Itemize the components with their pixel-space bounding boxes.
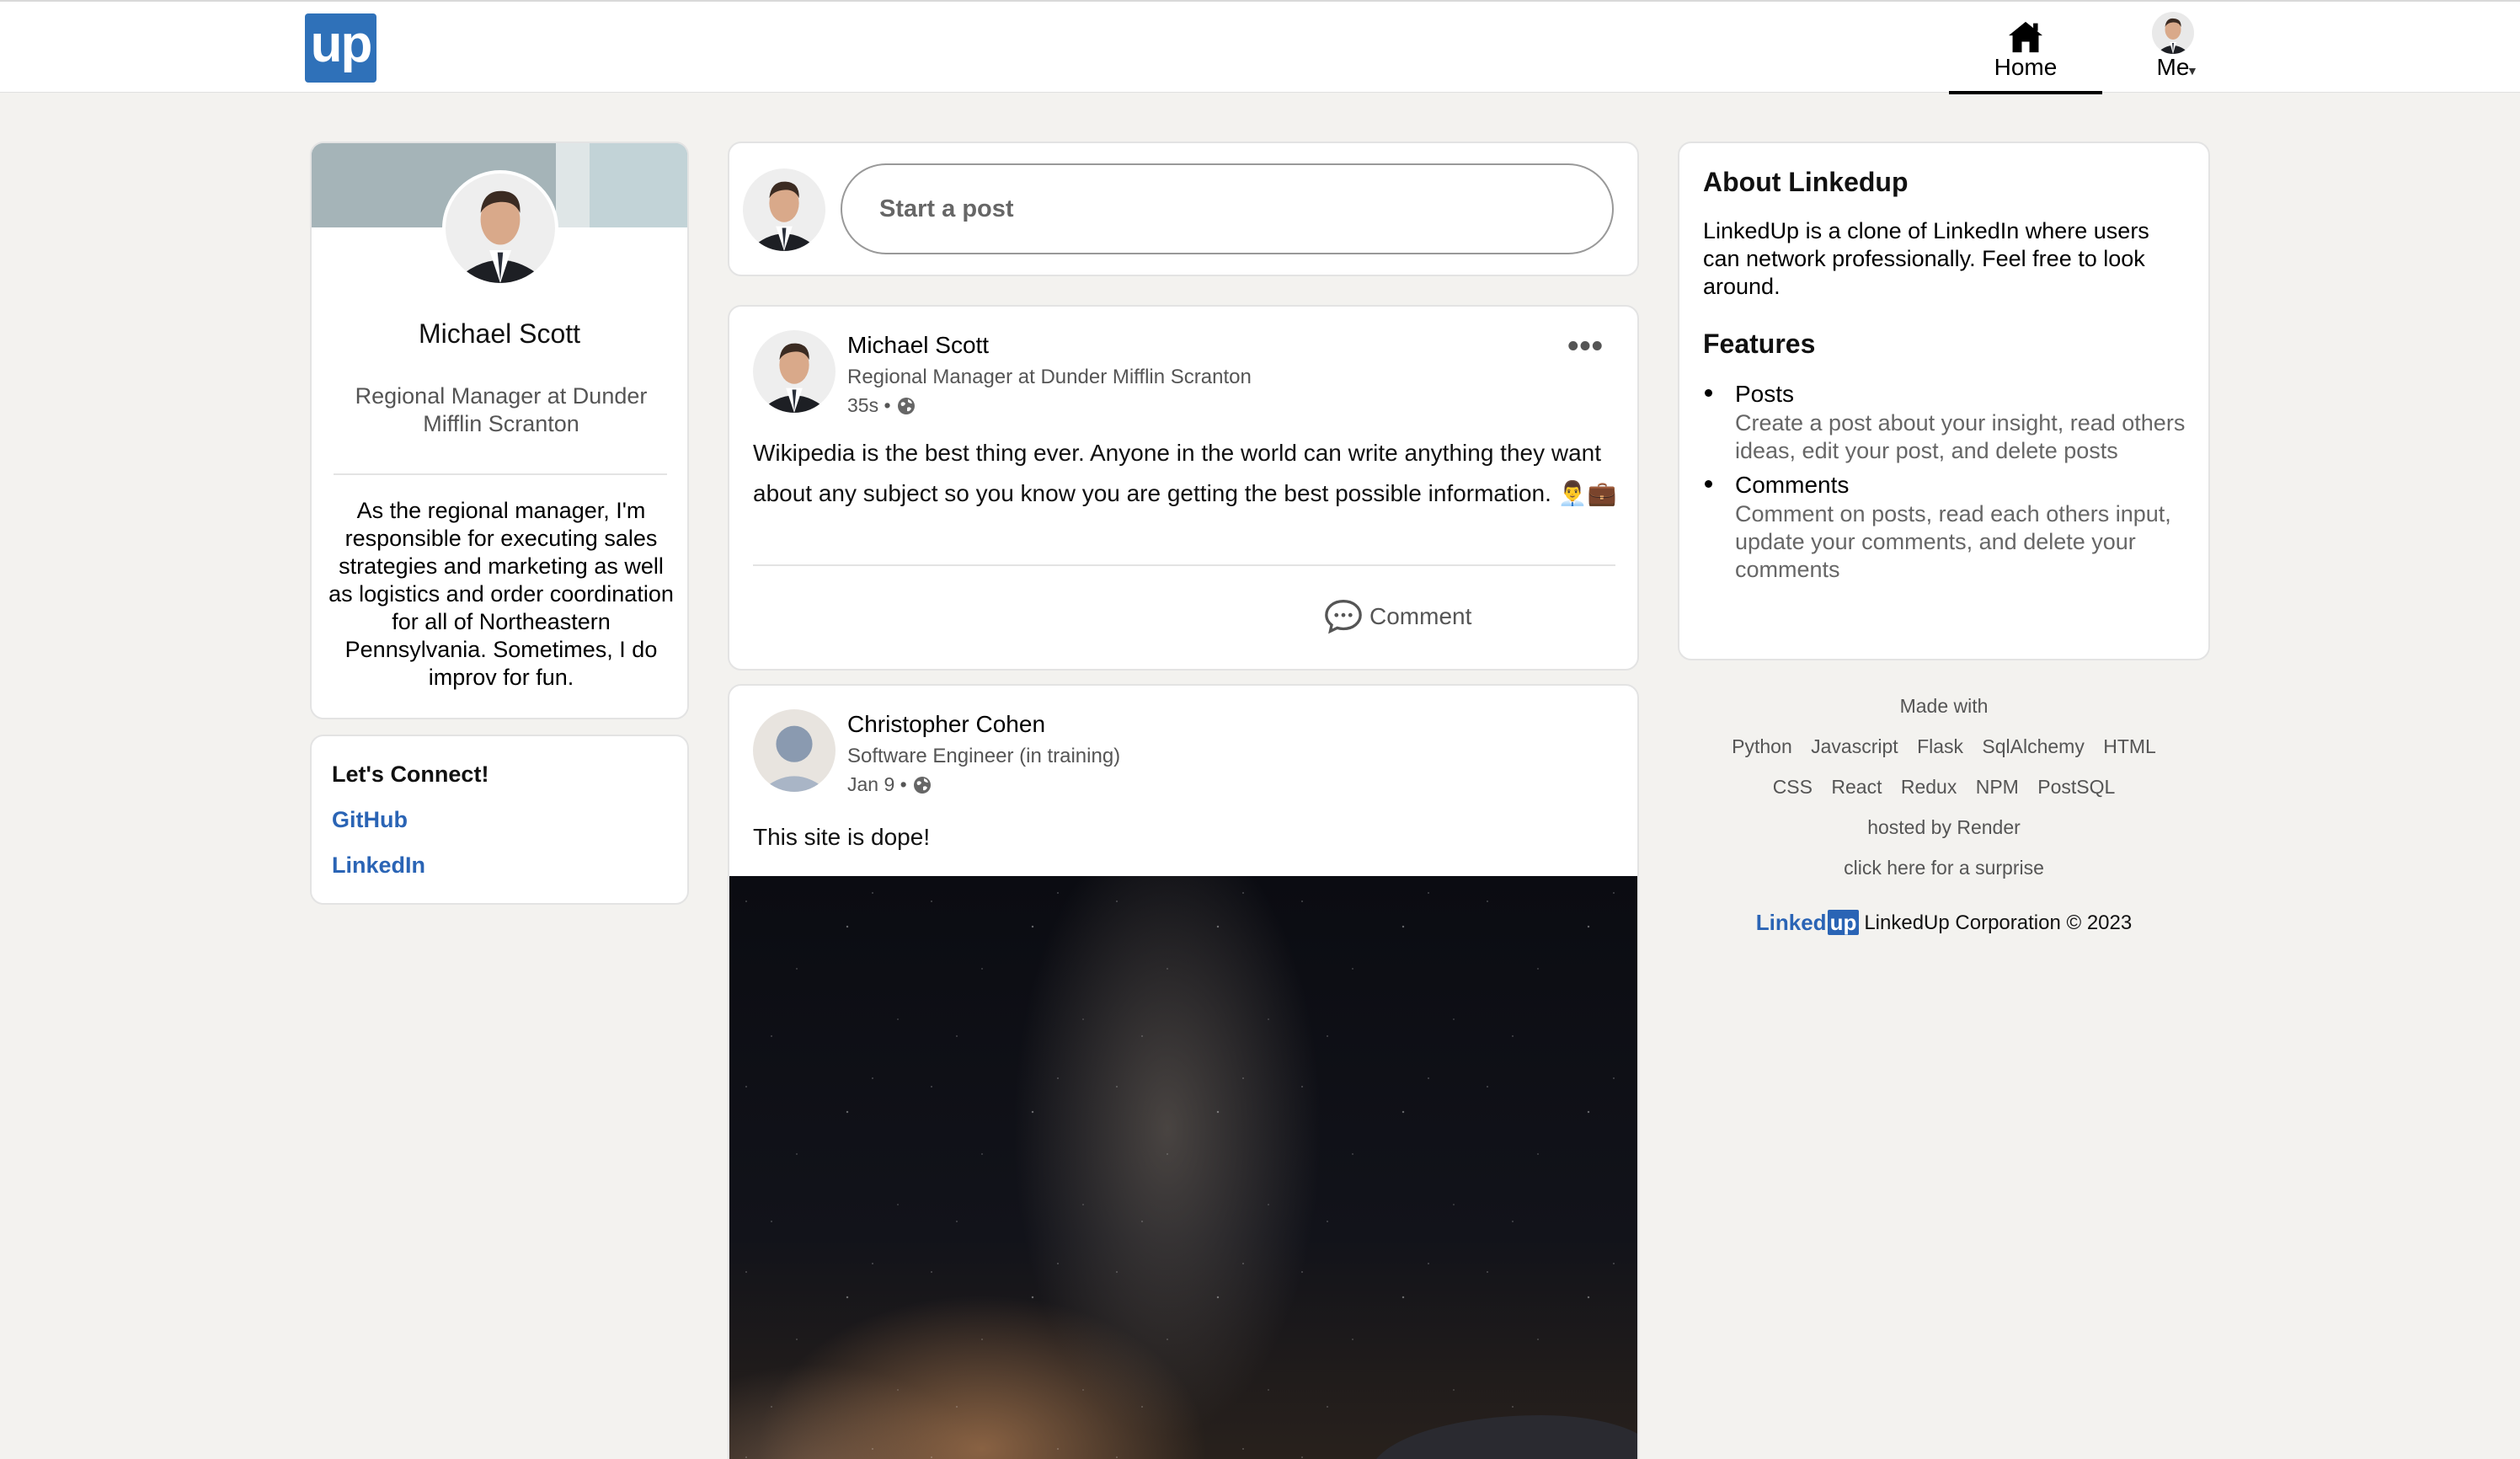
tech-link[interactable]: SqlAlchemy xyxy=(1982,735,2084,757)
top-navbar: up Home Me ▼ xyxy=(0,0,2520,94)
post-card: Christopher Cohen Software Engineer (in … xyxy=(728,684,1639,1459)
profile-bio: As the regional manager, I'm responsible… xyxy=(328,498,674,690)
post-divider xyxy=(753,564,1615,566)
feature-desc: Comment on posts, read each others input… xyxy=(1735,501,2171,582)
feature-desc: Create a post about your insight, read o… xyxy=(1735,410,2186,463)
about-title: About Linkedup xyxy=(1703,167,1909,197)
post-author-headline: Regional Manager at Dunder Mifflin Scran… xyxy=(847,366,1252,388)
linkedin-link[interactable]: LinkedIn xyxy=(332,852,425,879)
tech-link[interactable]: Redux xyxy=(1901,776,1957,798)
post-time-text: 35s • xyxy=(847,394,891,416)
profile-avatar[interactable] xyxy=(442,170,558,286)
surprise-link[interactable]: click here for a surprise xyxy=(1678,852,2210,893)
tech-link[interactable]: NPM xyxy=(1976,776,2019,798)
profile-card: Michael Scott Regional Manager at Dunder… xyxy=(310,142,689,719)
nav-active-underline xyxy=(1949,91,2102,94)
profile-name: Michael Scott xyxy=(418,318,581,349)
connect-heading: Let's Connect! xyxy=(332,762,489,787)
tech-link[interactable]: Python xyxy=(1732,735,1792,757)
more-dots-icon[interactable]: ••• xyxy=(1567,329,1604,365)
copyright-text: LinkedUp Corporation © 2023 xyxy=(1864,911,2133,934)
made-with-label: Made with xyxy=(1899,695,1989,717)
tech-row: Python Javascript Flask SqlAlchemy HTML xyxy=(1678,731,2210,772)
caret-down-icon: ▼ xyxy=(2186,64,2198,77)
copyright-line: Linked up LinkedUp Corporation © 2023 xyxy=(1678,910,2210,936)
feature-title: Posts xyxy=(1735,381,1795,407)
feature-item: Posts Create a post about your insight, … xyxy=(1703,379,2192,465)
post-body: Wikipedia is the best thing ever. Anyone… xyxy=(753,440,1617,506)
nav-home-button[interactable]: Home xyxy=(1949,19,2102,94)
post-image-milky-way[interactable] xyxy=(729,876,1637,1459)
tech-row: CSS React Redux NPM PostSQL xyxy=(1678,772,2210,812)
comment-label: Comment xyxy=(1369,603,1472,629)
feature-item: Comments Comment on posts, read each oth… xyxy=(1703,470,2192,584)
post-author-name[interactable]: Christopher Cohen xyxy=(847,711,1045,738)
tech-link[interactable]: React xyxy=(1831,776,1882,798)
features-title: Features xyxy=(1703,329,1816,359)
nav-home-label: Home xyxy=(1994,54,2058,80)
profile-divider xyxy=(334,473,667,475)
post-card: Michael Scott Regional Manager at Dunder… xyxy=(728,305,1639,671)
post-timestamp: 35s • xyxy=(847,394,916,417)
globe-icon xyxy=(913,776,931,794)
tech-link[interactable]: HTML xyxy=(2103,735,2156,757)
about-card: About Linkedup LinkedUp is a clone of Li… xyxy=(1678,142,2210,660)
footer-logo: Linked up xyxy=(1756,910,1860,936)
nav-me-menu[interactable]: Me ▼ xyxy=(2146,12,2200,88)
about-description: LinkedUp is a clone of LinkedIn where us… xyxy=(1703,218,2149,299)
current-user-avatar xyxy=(743,168,825,251)
comment-icon xyxy=(1325,600,1362,634)
start-post-input[interactable]: Start a post xyxy=(841,163,1614,254)
post-author-name[interactable]: Michael Scott xyxy=(847,332,989,359)
github-link[interactable]: GitHub xyxy=(332,807,408,833)
tech-link[interactable]: Javascript xyxy=(1811,735,1898,757)
post-author-avatar[interactable] xyxy=(753,330,836,413)
profile-title: Regional Manager at Dunder Mifflin Scran… xyxy=(355,383,648,436)
post-time-text: Jan 9 • xyxy=(847,773,907,795)
post-body: This site is dope! xyxy=(753,824,931,850)
post-author-avatar[interactable] xyxy=(753,709,836,792)
linkedup-logo[interactable]: up xyxy=(305,13,376,83)
post-timestamp: Jan 9 • xyxy=(847,773,932,796)
post-author-headline: Software Engineer (in training) xyxy=(847,745,1121,767)
comment-button[interactable]: Comment xyxy=(1322,598,1471,635)
nav-avatar xyxy=(2152,12,2194,54)
tech-link[interactable]: PostSQL xyxy=(2037,776,2115,798)
tech-link[interactable]: CSS xyxy=(1773,776,1813,798)
hosted-by-link[interactable]: hosted by Render xyxy=(1678,812,2210,852)
tech-link[interactable]: Flask xyxy=(1917,735,1963,757)
features-list: Posts Create a post about your insight, … xyxy=(1703,379,2192,589)
feature-title: Comments xyxy=(1735,472,1850,498)
footer: Made with Python Javascript Flask SqlAlc… xyxy=(1678,691,2210,936)
connect-card: Let's Connect! GitHub LinkedIn xyxy=(310,735,689,905)
start-post-card: Start a post xyxy=(728,142,1639,276)
globe-icon xyxy=(897,397,915,414)
home-icon xyxy=(2009,21,2042,53)
